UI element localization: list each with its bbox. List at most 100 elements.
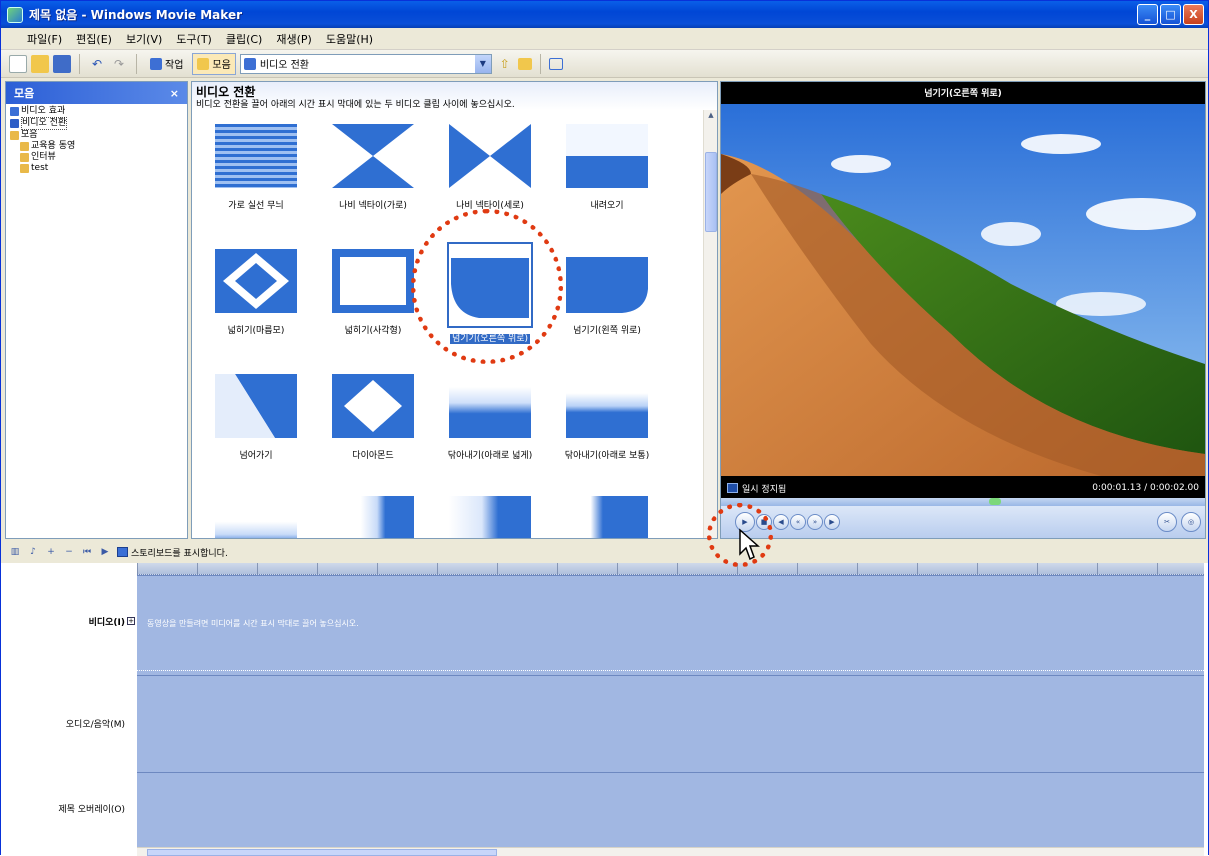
rewind-button[interactable]: « bbox=[790, 514, 806, 530]
folder-icon bbox=[20, 164, 29, 173]
show-storyboard-button[interactable]: 스토리보드를 표시합니다. bbox=[117, 546, 228, 559]
transition-tile[interactable] bbox=[206, 496, 306, 538]
timeline-ruler[interactable] bbox=[137, 563, 1204, 575]
main-toolbar: ↶ ↷ 작업 모음 비디오 전환 ▼ ⇧ bbox=[1, 50, 1208, 78]
transition-tile[interactable] bbox=[323, 496, 423, 538]
up-folder-icon[interactable]: ⇧ bbox=[496, 55, 514, 73]
video-track[interactable]: 동영상을 만들려면 미디어를 시간 표시 막대로 끌어 놓으십시오. bbox=[137, 575, 1204, 675]
previous-frame-button[interactable]: ◀ bbox=[773, 514, 789, 530]
maximize-button[interactable]: □ bbox=[1160, 4, 1181, 25]
set-audio-levels-icon[interactable]: ▥ bbox=[9, 546, 21, 558]
split-clip-button[interactable]: ✂ bbox=[1157, 512, 1177, 532]
preview-monitor: 넘기기(오른쪽 위로) 일시 정지됨 0:00:01.13 / 0:00:02.… bbox=[720, 81, 1206, 539]
tasks-button[interactable]: 작업 bbox=[145, 53, 188, 75]
rewind-timeline-icon[interactable]: ⏮ bbox=[81, 546, 93, 558]
close-pane-icon[interactable]: × bbox=[170, 87, 179, 100]
transition-label: 넓히기(마름모) bbox=[227, 326, 285, 336]
open-project-icon[interactable] bbox=[31, 54, 49, 73]
transition-label: 내려오기 bbox=[590, 201, 624, 211]
menu-tools[interactable]: 도구(T) bbox=[176, 31, 212, 47]
scroll-up-icon[interactable]: ▲ bbox=[705, 111, 717, 123]
transition-tile[interactable]: 넘어가기 bbox=[206, 374, 306, 461]
close-button[interactable]: X bbox=[1183, 4, 1204, 25]
transition-icon bbox=[10, 119, 19, 128]
tree-item-education-video[interactable]: 교육용 동영 bbox=[10, 141, 183, 152]
collection-combo-value: 비디오 전환 bbox=[259, 60, 309, 71]
menu-edit[interactable]: 편집(E) bbox=[76, 31, 112, 47]
tree-item-video-transitions[interactable]: 비디오 전환 bbox=[10, 117, 183, 130]
transition-tile[interactable]: 넓히기(마름모) bbox=[206, 249, 306, 336]
app-window: 제목 없음 - Windows Movie Maker _ □ X 파일(F) … bbox=[0, 0, 1209, 856]
zoom-in-icon[interactable]: + bbox=[45, 546, 57, 558]
content-description: 비디오 전환을 끌어 아래의 시간 표시 막대에 있는 두 비디오 클립 사이에… bbox=[196, 100, 515, 110]
diamond-icon bbox=[332, 374, 414, 438]
redo-icon[interactable]: ↷ bbox=[110, 55, 128, 73]
transition-tile[interactable] bbox=[440, 496, 540, 538]
tree-item-label: 인터뷰 bbox=[31, 152, 56, 162]
transition-tile[interactable]: 나비 넥타이(가로) bbox=[323, 124, 423, 211]
views-icon[interactable] bbox=[548, 57, 563, 70]
expand-track-icon[interactable]: + bbox=[127, 617, 135, 625]
title-overlay-track-label: 제목 오버레이(O) bbox=[58, 804, 125, 815]
page-curl-left-icon bbox=[566, 249, 648, 313]
transition-tile[interactable]: 닦아내기(아래로 보통) bbox=[557, 374, 657, 461]
transition-tile[interactable]: 다이아몬드 bbox=[323, 374, 423, 461]
transition-label: 넘기기(왼쪽 위로) bbox=[573, 326, 641, 336]
tree-item-collections[interactable]: 모음 bbox=[10, 130, 183, 141]
playback-status: 일시 정지됨 bbox=[742, 484, 787, 495]
folder-icon bbox=[197, 57, 210, 70]
menu-play[interactable]: 재생(P) bbox=[276, 31, 311, 47]
seek-bar[interactable] bbox=[721, 498, 1205, 506]
tree-item-video-effects[interactable]: 비디오 효과 bbox=[10, 106, 183, 117]
undo-icon[interactable]: ↶ bbox=[88, 55, 106, 73]
collections-header-title: 모음 bbox=[14, 87, 35, 100]
transition-label: 닦아내기(아래로 넓게) bbox=[447, 451, 533, 461]
menu-help[interactable]: 도움말(H) bbox=[326, 31, 373, 47]
transition-tile[interactable]: 넓히기(사각형) bbox=[323, 249, 423, 336]
fade-down-wide-icon bbox=[449, 374, 531, 438]
transition-tile[interactable]: 가로 실선 무늬 bbox=[206, 124, 306, 211]
play-timeline-icon[interactable]: ▶ bbox=[99, 546, 111, 558]
take-picture-button[interactable]: ◎ bbox=[1181, 512, 1201, 532]
narrate-timeline-icon[interactable]: ♪ bbox=[27, 546, 39, 558]
content-scrollbar[interactable]: ▲ bbox=[703, 110, 717, 538]
next-frame-button[interactable]: ▶ bbox=[824, 514, 840, 530]
preview-screen bbox=[721, 104, 1205, 476]
new-folder-icon[interactable] bbox=[517, 57, 532, 70]
tree-item-label: 교육용 동영 bbox=[31, 141, 76, 151]
transition-tile[interactable]: 닦아내기(아래로 넓게) bbox=[440, 374, 540, 461]
show-storyboard-label: 스토리보드를 표시합니다. bbox=[131, 548, 228, 559]
window-title: 제목 없음 - Windows Movie Maker bbox=[29, 8, 242, 22]
transition-tile[interactable] bbox=[557, 496, 657, 538]
transition-tile[interactable]: 나비 넥타이(세로) bbox=[440, 124, 540, 211]
minimize-button[interactable]: _ bbox=[1137, 4, 1158, 25]
save-project-icon[interactable] bbox=[53, 54, 71, 73]
seek-handle[interactable] bbox=[989, 498, 1001, 505]
scroll-thumb[interactable] bbox=[705, 152, 717, 232]
diamond-expand-icon bbox=[215, 249, 297, 313]
tree-item-interview[interactable]: 인터뷰 bbox=[10, 152, 183, 163]
preview-title: 넘기기(오른쪽 위로) bbox=[924, 88, 1002, 99]
title-overlay-track[interactable] bbox=[137, 772, 1204, 847]
transition-tile[interactable]: 넘기기(왼쪽 위로) bbox=[557, 249, 657, 336]
transition-label: 나비 넥타이(가로) bbox=[339, 201, 407, 211]
tree-item-test[interactable]: test bbox=[10, 163, 183, 174]
menu-view[interactable]: 보기(V) bbox=[126, 31, 162, 47]
transition-tile[interactable]: 내려오기 bbox=[557, 124, 657, 211]
collections-label: 모음 bbox=[212, 60, 231, 71]
collections-button[interactable]: 모음 bbox=[192, 52, 236, 75]
menu-clip[interactable]: 클립(C) bbox=[226, 31, 263, 47]
menu-file[interactable]: 파일(F) bbox=[27, 31, 62, 47]
chevron-down-icon[interactable]: ▼ bbox=[474, 54, 491, 73]
audio-track[interactable] bbox=[137, 675, 1204, 772]
new-project-icon[interactable] bbox=[9, 54, 27, 73]
mouse-cursor-icon bbox=[739, 528, 760, 561]
audio-track-label: 오디오/음악(M) bbox=[65, 719, 125, 730]
ruler-ticks bbox=[137, 563, 1204, 574]
fast-forward-button[interactable]: » bbox=[807, 514, 823, 530]
storyboard-icon bbox=[117, 547, 128, 557]
bar-down-icon bbox=[566, 124, 648, 188]
menu-bar: 파일(F) 편집(E) 보기(V) 도구(T) 클립(C) 재생(P) 도움말(… bbox=[1, 28, 1208, 50]
collection-combo[interactable]: 비디오 전환 ▼ bbox=[239, 53, 492, 74]
zoom-out-icon[interactable]: − bbox=[63, 546, 75, 558]
